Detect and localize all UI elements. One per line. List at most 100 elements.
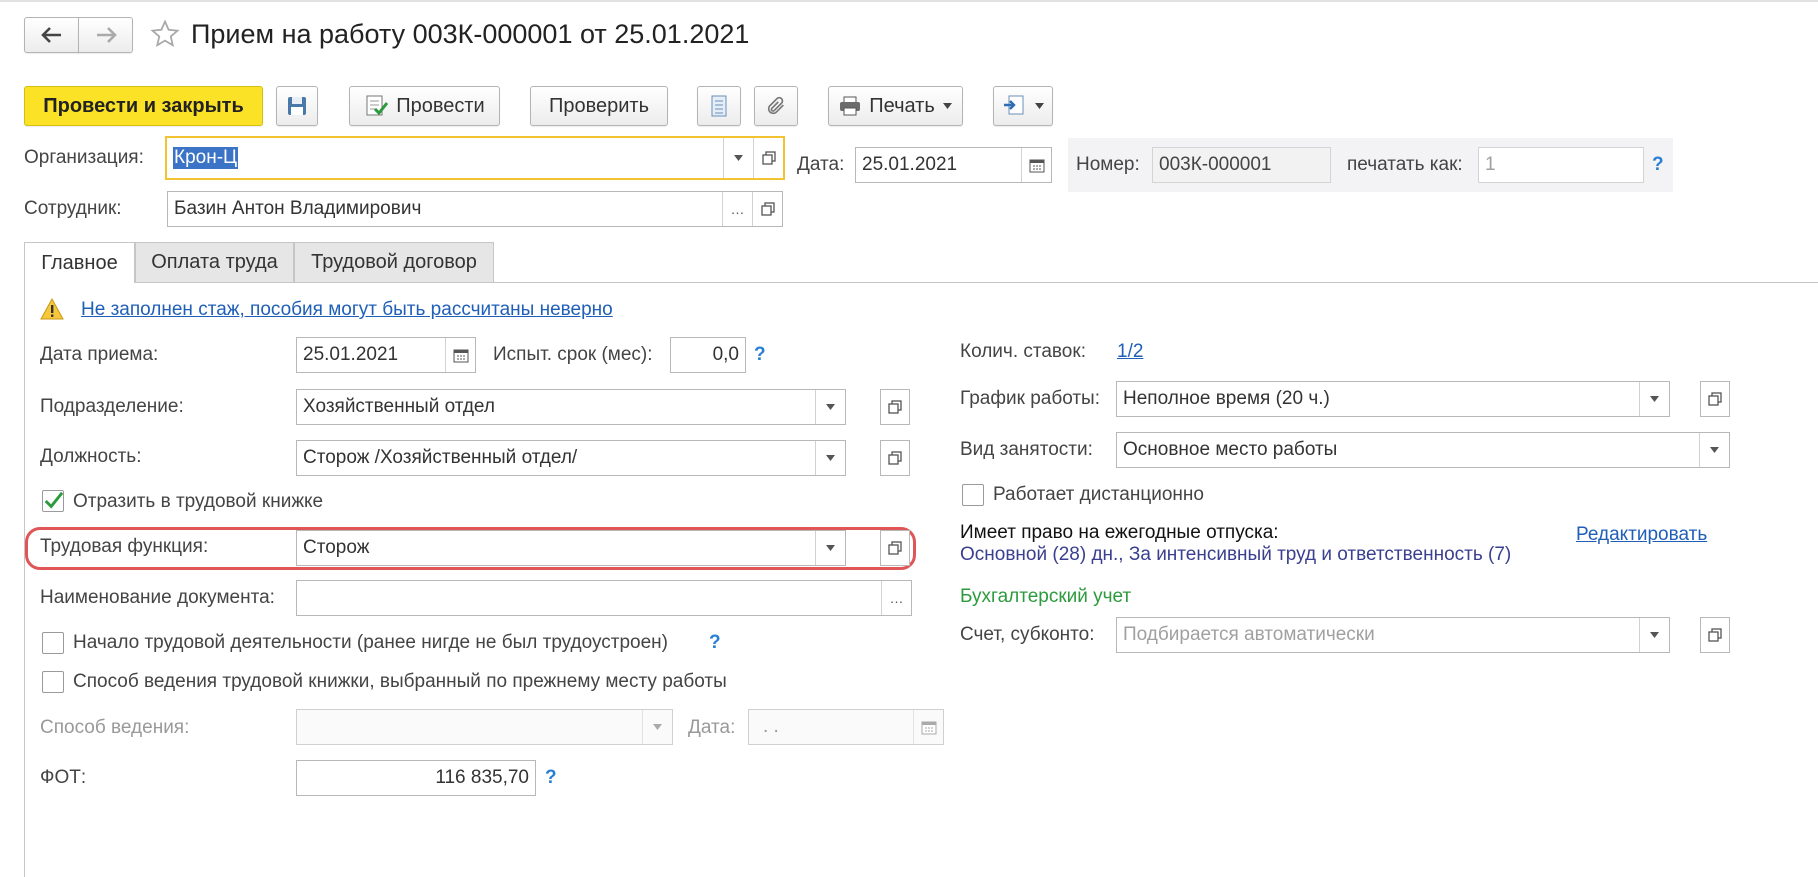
method-dropdown-button[interactable] [642,710,672,744]
labor-function-field[interactable]: Сторож [296,530,846,566]
open-window-icon [888,400,902,414]
trial-period-field[interactable]: 0,0 [670,337,746,373]
vacation-edit-link[interactable]: Редактировать [1576,523,1707,547]
labor-function-dropdown-button[interactable] [815,531,845,565]
schedule-open-button[interactable] [1700,381,1730,417]
vacation-label: Имеет право на ежегодные отпуска: [960,522,1279,543]
hire-date-field[interactable]: 25.01.2021 [296,337,476,373]
post-button[interactable]: Провести [349,86,500,126]
hire-date-calendar-button[interactable] [445,338,475,372]
method-date-label: Дата: [688,717,736,738]
workbook-checkbox[interactable] [42,490,64,512]
labor-function-open-button[interactable] [880,530,910,566]
arrow-left-icon [40,27,61,43]
trial-period-help-icon[interactable]: ? [754,343,766,367]
print-as-help-icon[interactable]: ? [1652,153,1664,177]
fot-help-icon[interactable]: ? [545,766,557,790]
employee-field[interactable]: Базин Антон Владимирович … [167,191,783,227]
first-job-help-icon[interactable]: ? [709,631,721,655]
fot-field[interactable]: 116 835,70 [296,760,536,796]
employment-dropdown-button[interactable] [1699,433,1729,467]
position-dropdown-button[interactable] [815,441,845,475]
create-based-icon [1003,95,1023,115]
doc-name-select-button[interactable]: … [881,581,911,615]
caret-down-icon [1650,396,1659,402]
date-calendar-button[interactable] [1021,148,1051,182]
organization-field[interactable]: Крон-Ц [165,136,785,180]
caret-down-icon [1710,447,1719,453]
print-as-label: печатать как: [1347,154,1463,175]
number-field[interactable]: 003К-000001 [1152,147,1331,183]
caret-down-icon [653,724,662,730]
organization-value: Крон-Ц [173,147,239,169]
rates-label: Колич. ставок: [960,341,1086,362]
document-list-button[interactable] [697,86,741,126]
printer-icon [840,96,861,116]
method-date-field[interactable]: . . [748,709,944,745]
schedule-dropdown-button[interactable] [1639,382,1669,416]
warning-icon [40,297,64,320]
print-button[interactable]: Печать [828,86,963,126]
department-open-button[interactable] [880,389,910,425]
employee-select-button[interactable]: … [722,192,752,226]
tab-main[interactable]: Главное [24,242,135,283]
schedule-label: График работы: [960,388,1100,409]
checkmark-icon [44,491,63,509]
organization-dropdown-button[interactable] [723,138,753,178]
post-and-close-label: Провести и закрыть [43,94,244,117]
attach-files-button[interactable] [754,86,798,126]
vacation-value[interactable]: Основной (28) дн., За интенсивный труд и… [960,543,1511,567]
list-icon [711,95,727,117]
department-dropdown-button[interactable] [815,390,845,424]
caret-down-icon [826,404,835,410]
labor-function-label: Трудовая функция: [40,536,209,557]
open-window-icon [1708,628,1722,642]
employee-open-button[interactable] [752,192,782,226]
prev-method-label: Способ ведения трудовой книжки, выбранны… [73,671,727,692]
open-window-icon [760,202,775,216]
print-as-field[interactable]: 1 [1478,147,1644,183]
method-field[interactable] [296,709,673,745]
position-field[interactable]: Сторож /Хозяйственный отдел/ [296,440,846,476]
open-window-icon [888,451,902,465]
remote-label: Работает дистанционно [993,484,1204,505]
create-based-on-button[interactable] [993,86,1053,126]
floppy-disk-icon [288,97,306,115]
back-button[interactable] [24,17,79,53]
tab-payment[interactable]: Оплата труда [135,242,294,282]
check-button[interactable]: Проверить [530,86,668,126]
hire-date-label: Дата приема: [40,344,159,365]
save-button[interactable] [276,86,318,126]
date-label: Дата: [797,154,845,175]
method-date-calendar-button[interactable] [913,710,943,744]
date-field[interactable]: 25.01.2021 [855,147,1052,183]
caret-down-icon [942,103,952,109]
calendar-icon [453,349,468,363]
remote-checkbox[interactable] [962,484,984,506]
schedule-field[interactable]: Неполное время (20 ч.) [1116,381,1670,417]
check-label: Проверить [548,94,650,117]
position-open-button[interactable] [880,440,910,476]
account-dropdown-button[interactable] [1639,618,1669,652]
prev-method-checkbox[interactable] [42,671,64,693]
employment-label: Вид занятости: [960,439,1093,460]
doc-name-value [297,581,881,615]
account-field[interactable]: Подбирается автоматически [1116,617,1670,653]
account-open-button[interactable] [1700,617,1730,653]
favorite-star-icon[interactable] [150,19,180,49]
department-field[interactable]: Хозяйственный отдел [296,389,846,425]
fot-value: 116 835,70 [435,767,529,788]
organization-open-button[interactable] [753,138,783,178]
first-job-checkbox[interactable] [42,632,64,654]
forward-button[interactable] [78,17,133,53]
tab-contract[interactable]: Трудовой договор [294,242,494,282]
warning-link[interactable]: Не заполнен стаж, пособия могут быть рас… [81,298,613,322]
employment-value: Основное место работы [1123,439,1338,460]
doc-name-field[interactable]: … [296,580,912,616]
post-and-close-button[interactable]: Провести и закрыть [24,86,263,126]
employment-field[interactable]: Основное место работы [1116,432,1730,468]
calendar-icon [1029,159,1044,173]
date-value: 25.01.2021 [862,154,958,175]
rates-link[interactable]: 1/2 [1117,340,1143,364]
tab-payment-label: Оплата труда [151,251,278,273]
